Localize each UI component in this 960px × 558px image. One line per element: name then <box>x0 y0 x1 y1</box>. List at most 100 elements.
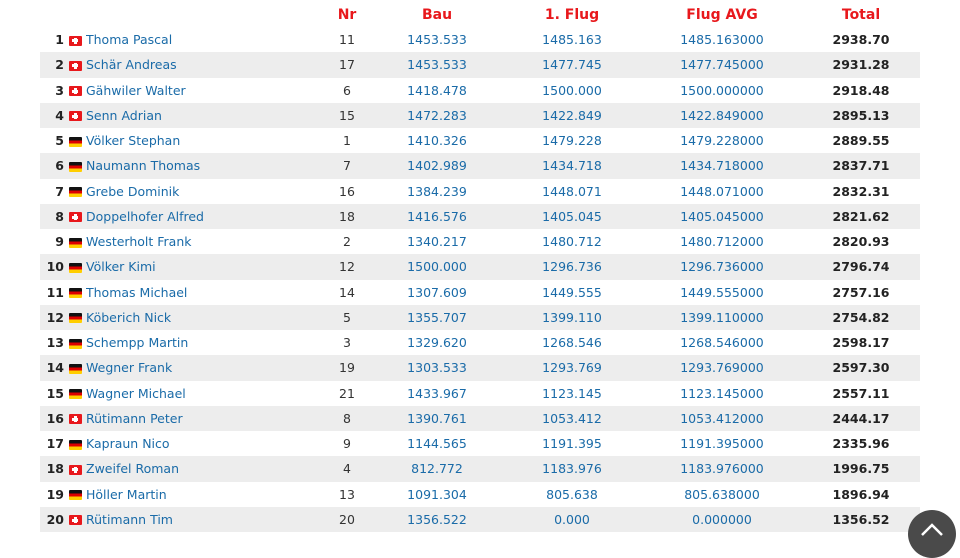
flug1-link[interactable]: 1485.163 <box>502 27 642 52</box>
pilot-name-link[interactable]: Völker Stephan <box>86 128 322 153</box>
flug-avg-link[interactable]: 1405.045000 <box>642 204 802 229</box>
flag-cell <box>64 103 86 128</box>
flug1-link[interactable]: 1399.110 <box>502 305 642 330</box>
pilot-name-link[interactable]: Thoma Pascal <box>86 27 322 52</box>
flug1-link[interactable]: 1268.546 <box>502 330 642 355</box>
total-cell: 2895.13 <box>832 107 890 123</box>
pilot-name-link[interactable]: Westerholt Frank <box>86 229 322 254</box>
flug1-link[interactable]: 1296.736 <box>502 254 642 279</box>
flag-cell <box>64 128 86 153</box>
bau-link[interactable]: 1307.609 <box>372 280 502 305</box>
flug1-link[interactable]: 1123.145 <box>502 381 642 406</box>
flug-avg-link[interactable]: 0.000000 <box>642 507 802 532</box>
bau-link[interactable]: 1410.326 <box>372 128 502 153</box>
pilot-name-link[interactable]: Gähwiler Walter <box>86 78 322 103</box>
pilot-name-link[interactable]: Rütimann Tim <box>86 507 322 532</box>
flug1-link[interactable]: 1500.000 <box>502 78 642 103</box>
bau-link[interactable]: 1091.304 <box>372 482 502 507</box>
bau-link[interactable]: 1144.565 <box>372 431 502 456</box>
pilot-name-link[interactable]: Naumann Thomas <box>86 153 322 178</box>
flug1-link[interactable]: 1422.849 <box>502 103 642 128</box>
pilot-name-link[interactable]: Höller Martin <box>86 482 322 507</box>
bau-link[interactable]: 1303.533 <box>372 355 502 380</box>
bau-link[interactable]: 1355.707 <box>372 305 502 330</box>
flug1-link[interactable]: 1405.045 <box>502 204 642 229</box>
flug1-link[interactable]: 805.638 <box>502 482 642 507</box>
pilot-name-link[interactable]: Thomas Michael <box>86 280 322 305</box>
bau-link[interactable]: 812.772 <box>372 456 502 481</box>
header-name <box>86 2 322 27</box>
table-row: 8 Doppelhofer Alfred 18 1416.576 1405.045 140… <box>40 203 920 229</box>
bau-link[interactable]: 1390.761 <box>372 406 502 431</box>
pilot-name-link[interactable]: Köberich Nick <box>86 305 322 330</box>
flug1-link[interactable]: 1477.745 <box>502 52 642 77</box>
flug1-link[interactable]: 0.000 <box>502 507 642 532</box>
bau-link[interactable]: 1418.478 <box>372 78 502 103</box>
bau-link[interactable]: 1500.000 <box>372 254 502 279</box>
scroll-to-top-button[interactable] <box>908 510 956 558</box>
flug-avg-link[interactable]: 805.638000 <box>642 482 802 507</box>
flug1-link[interactable]: 1183.976 <box>502 456 642 481</box>
flag-cell <box>64 406 86 431</box>
flug1-link[interactable]: 1480.712 <box>502 229 642 254</box>
flug-avg-link[interactable]: 1480.712000 <box>642 229 802 254</box>
flug-avg-link[interactable]: 1422.849000 <box>642 103 802 128</box>
nr-cell: 21 <box>339 385 355 401</box>
bau-link[interactable]: 1402.989 <box>372 153 502 178</box>
flug-avg-link[interactable]: 1434.718000 <box>642 153 802 178</box>
german-flag-icon <box>68 313 82 324</box>
flug-avg-link[interactable]: 1183.976000 <box>642 456 802 481</box>
pilot-name-link[interactable]: Kapraun Nico <box>86 431 322 456</box>
bau-link[interactable]: 1329.620 <box>372 330 502 355</box>
bau-link[interactable]: 1453.533 <box>372 27 502 52</box>
flug-avg-link[interactable]: 1293.769000 <box>642 355 802 380</box>
pilot-name-link[interactable]: Senn Adrian <box>86 103 322 128</box>
total-cell: 2757.16 <box>832 284 890 300</box>
flug-avg-link[interactable]: 1485.163000 <box>642 27 802 52</box>
flug-avg-link[interactable]: 1399.110000 <box>642 305 802 330</box>
flug-avg-link[interactable]: 1191.395000 <box>642 431 802 456</box>
flug-avg-link[interactable]: 1268.546000 <box>642 330 802 355</box>
bau-link[interactable]: 1340.217 <box>372 229 502 254</box>
flug1-link[interactable]: 1434.718 <box>502 153 642 178</box>
flag-cell <box>64 52 86 77</box>
flug-avg-link[interactable]: 1500.000000 <box>642 78 802 103</box>
nr-cell: 9 <box>343 436 351 452</box>
flug1-link[interactable]: 1448.071 <box>502 179 642 204</box>
flug1-link[interactable]: 1053.412 <box>502 406 642 431</box>
flug1-link[interactable]: 1449.555 <box>502 280 642 305</box>
german-flag-icon <box>68 161 82 172</box>
bau-link[interactable]: 1356.522 <box>372 507 502 532</box>
flug1-link[interactable]: 1293.769 <box>502 355 642 380</box>
flug-avg-link[interactable]: 1053.412000 <box>642 406 802 431</box>
pilot-name-link[interactable]: Wegner Frank <box>86 355 322 380</box>
header-flag <box>64 2 86 27</box>
flug-avg-link[interactable]: 1479.228000 <box>642 128 802 153</box>
flug-avg-link[interactable]: 1477.745000 <box>642 52 802 77</box>
pilot-name-link[interactable]: Doppelhofer Alfred <box>86 204 322 229</box>
pilot-name-link[interactable]: Schär Andreas <box>86 52 322 77</box>
flag-cell <box>64 254 86 279</box>
flug-avg-link[interactable]: 1123.145000 <box>642 381 802 406</box>
pilot-name-link[interactable]: Völker Kimi <box>86 254 322 279</box>
flug-avg-link[interactable]: 1448.071000 <box>642 179 802 204</box>
flug1-link[interactable]: 1479.228 <box>502 128 642 153</box>
bau-link[interactable]: 1472.283 <box>372 103 502 128</box>
pilot-name-link[interactable]: Grebe Dominik <box>86 179 322 204</box>
german-flag-icon <box>68 490 82 501</box>
german-flag-icon <box>68 338 82 349</box>
pilot-name-link[interactable]: Rütimann Peter <box>86 406 322 431</box>
bau-link[interactable]: 1453.533 <box>372 52 502 77</box>
flug1-link[interactable]: 1191.395 <box>502 431 642 456</box>
flug-avg-link[interactable]: 1449.555000 <box>642 280 802 305</box>
rank-cell: 13 <box>46 335 64 351</box>
pilot-name-link[interactable]: Schempp Martin <box>86 330 322 355</box>
rank-cell: 19 <box>46 486 64 502</box>
bau-link[interactable]: 1433.967 <box>372 381 502 406</box>
pilot-name-link[interactable]: Zweifel Roman <box>86 456 322 481</box>
bau-link[interactable]: 1416.576 <box>372 204 502 229</box>
nr-cell: 18 <box>339 208 355 224</box>
bau-link[interactable]: 1384.239 <box>372 179 502 204</box>
pilot-name-link[interactable]: Wagner Michael <box>86 381 322 406</box>
flug-avg-link[interactable]: 1296.736000 <box>642 254 802 279</box>
